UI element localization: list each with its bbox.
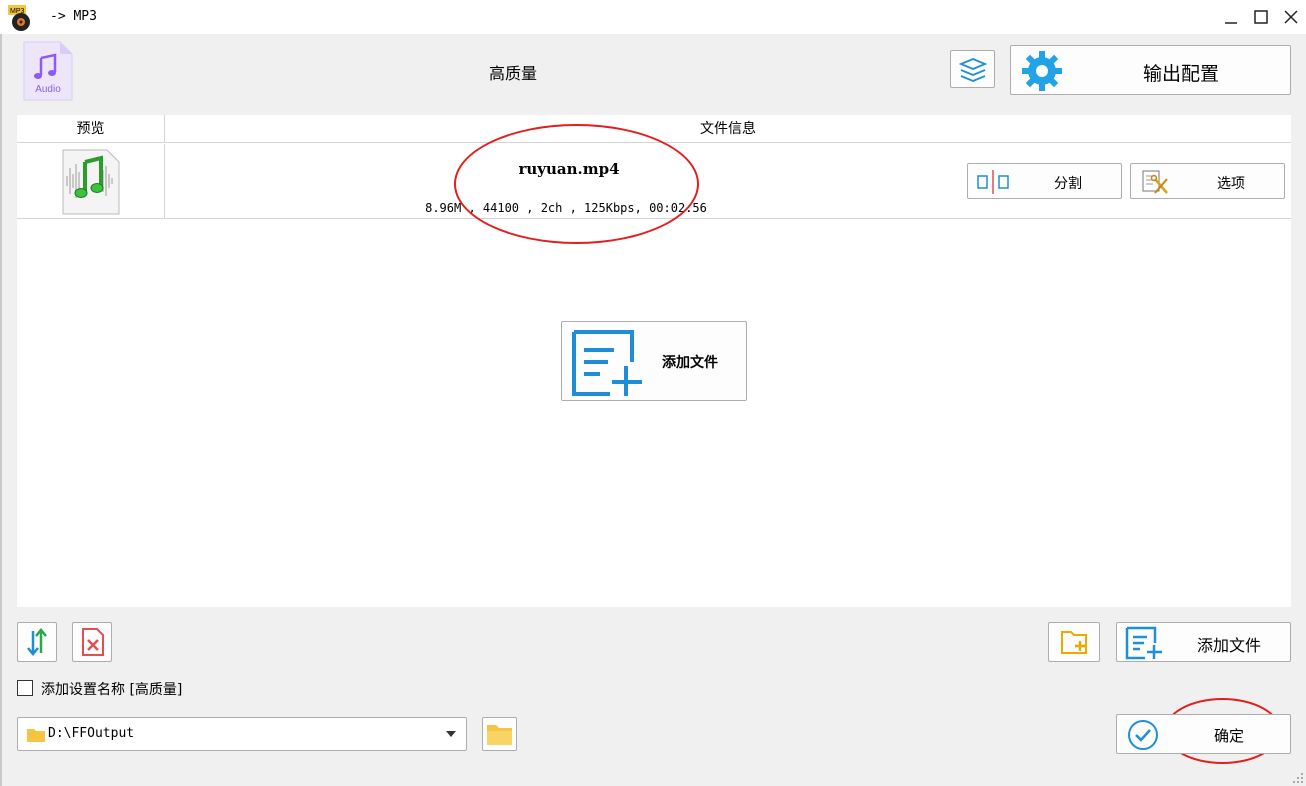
options-icon [1142,170,1168,194]
sort-arrows-icon [27,628,47,656]
browse-folder-button[interactable] [482,717,517,751]
output-config-button[interactable]: 输出配置 [1010,45,1291,95]
add-file-icon [1125,626,1162,660]
maximize-icon[interactable] [1248,4,1274,30]
options-button[interactable]: 选项 [1130,163,1285,199]
folder-icon [27,729,45,742]
audio-file-icon: Audio [23,41,73,101]
add-folder-icon [1061,631,1087,654]
output-config-label: 输出配置 [1142,63,1219,85]
clear-list-button[interactable] [72,622,112,662]
sort-button[interactable] [17,622,57,662]
ok-button[interactable]: 确定 [1116,714,1291,754]
file-meta: 8.96M , 44100 , 2ch , 125Kbps, 00:02:56 [425,201,707,215]
close-icon[interactable] [1278,4,1304,30]
add-file-button[interactable]: 添加文件 [1116,622,1291,662]
add-folder-button[interactable] [1048,622,1100,662]
options-label: 选项 [1217,176,1245,192]
ok-label: 确定 [1213,727,1244,745]
checkmark-circle-icon [1128,720,1158,750]
output-path-value: D:\FFOutput [48,726,135,741]
add-setting-name-checkbox[interactable] [17,680,33,696]
file-thumbnail-cell [17,144,165,218]
audio-icon-label: Audio [35,84,61,95]
minimize-icon[interactable] [1218,4,1244,30]
output-path-select[interactable]: D:\FFOutput [17,717,467,751]
window-title: -> MP3 [50,9,97,24]
column-header-preview: 预览 [17,115,165,143]
gear-icon [1022,51,1062,91]
mp3-app-icon: MP3 [8,5,30,31]
resize-grip-icon[interactable] [1292,772,1304,784]
title-bar: MP3 -> MP3 [0,0,1306,34]
split-button[interactable]: 分割 [967,163,1122,199]
preset-name: 高质量 [488,64,537,83]
file-list-header: 预览 文件信息 [17,115,1291,143]
split-label: 分割 [1054,176,1082,192]
add-file-center-label: 添加文件 [662,355,718,371]
chevron-down-icon [446,731,456,737]
add-setting-name-label: 添加设置名称 [高质量] [41,682,183,698]
add-file-center-button[interactable]: 添加文件 [561,321,747,401]
add-file-label: 添加文件 [1196,636,1261,655]
file-list: 预览 文件信息 ruyuan.mp4 8.96M , 44100 , 2ch ,… [17,115,1291,607]
file-name: ruyuan.mp4 [518,160,620,178]
split-icon [977,170,1009,194]
column-header-file-info: 文件信息 [700,121,756,137]
delete-file-icon [82,628,104,656]
add-file-icon [572,330,642,396]
folder-icon [487,725,512,745]
layers-icon [958,58,988,82]
music-file-icon [62,149,120,215]
file-row[interactable]: ruyuan.mp4 8.96M , 44100 , 2ch , 125Kbps… [17,144,1291,219]
window-left-edge [0,34,2,786]
layers-button[interactable] [950,50,995,88]
